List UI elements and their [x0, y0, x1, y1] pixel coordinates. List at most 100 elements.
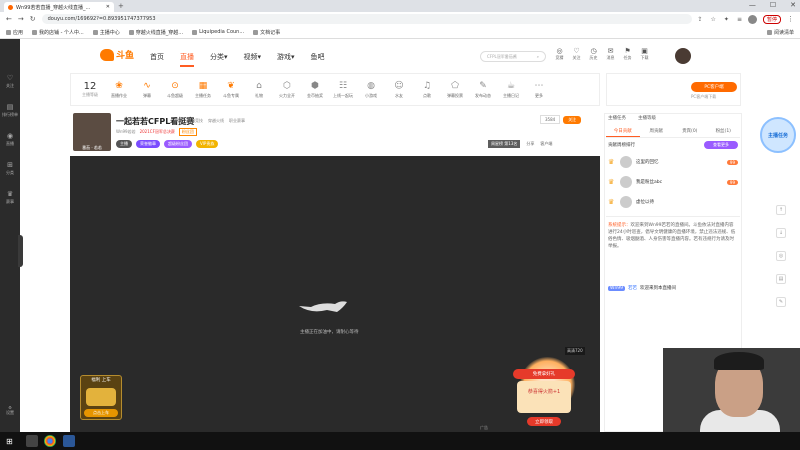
top-icon-3[interactable]: ✉ 消息	[605, 47, 616, 61]
resolution-label[interactable]: 高清720	[565, 347, 585, 355]
top-icon-1[interactable]: ♡ 关注	[571, 47, 582, 61]
streamer-badge[interactable]: 主播	[116, 140, 132, 148]
browser-tab[interactable]: Wn99若若直播_穿越火线直播_... ✕	[4, 2, 114, 12]
weekly-rank-button[interactable]: 查看更多	[704, 141, 738, 149]
search-input[interactable]: CFPL冠军番茄酱 ⌕	[480, 51, 546, 62]
bookmark-item[interactable]: 我的店铺 - 个人中...	[32, 29, 84, 36]
subcategory-link[interactable]: 职业赛事	[229, 118, 245, 124]
rail-item-1[interactable]: ▤ 排行榜单	[2, 103, 18, 118]
nav-item[interactable]: 直播	[180, 52, 194, 67]
toolbar-item[interactable]: ☕ 主播日记	[499, 81, 523, 99]
menu-icon[interactable]: ⋮	[787, 15, 794, 23]
hour-rank-badge[interactable]: 周星榜 第13名	[488, 140, 521, 148]
floating-tool-icon[interactable]: ↓	[776, 228, 786, 238]
nav-item[interactable]: 分类▾	[210, 52, 228, 67]
toolbar-item[interactable]: ❦ 斗鱼专属	[219, 81, 243, 99]
gift-claim-button[interactable]: 立即领取	[527, 417, 561, 426]
toolbar-item[interactable]: ☺ 水友	[387, 81, 411, 99]
close-window-button[interactable]: ✕	[790, 1, 796, 9]
back-icon[interactable]: ←	[6, 15, 12, 23]
toolbar-item[interactable]: ⋯ 更多	[527, 81, 551, 99]
rail-collapse-handle[interactable]	[18, 235, 23, 267]
client-button[interactable]: 客户端	[540, 141, 552, 147]
anchor-level-link[interactable]: 主播等级	[638, 115, 656, 121]
pc-client-button[interactable]: PC客户端	[691, 82, 737, 92]
streamer-name[interactable]: Wn99若若	[116, 129, 136, 135]
rail-item-4[interactable]: ♛ 赛事	[6, 190, 14, 205]
nav-item[interactable]: 首页	[150, 52, 164, 67]
rail-item-0[interactable]: ♡ 关注	[6, 74, 14, 89]
floating-tool-icon[interactable]: ◎	[776, 251, 786, 261]
rail-settings[interactable]: ⚙ 设置	[0, 405, 20, 416]
streamer-badge[interactable]: VIP贵族	[196, 140, 219, 148]
top-icon-0[interactable]: ◎ 竞猜	[554, 47, 565, 61]
chrome-icon[interactable]	[44, 435, 56, 447]
toolbar-item[interactable]: ⊙ 斗鱼超级	[163, 81, 187, 99]
bookmark-item[interactable]: 阅读清单	[766, 29, 794, 36]
rank-row[interactable]: ♛ 虚位以待	[608, 196, 738, 208]
welcome-username[interactable]: 若若	[628, 285, 637, 291]
bookmark-item[interactable]: 文档记事	[253, 29, 280, 36]
toolbar-item[interactable]: ⬢ 金币抽奖	[303, 81, 327, 99]
toolbar-item[interactable]: ✎ 发布动态	[471, 81, 495, 99]
nav-item[interactable]: 游戏▾	[277, 52, 295, 67]
search-taskbar-icon[interactable]	[26, 435, 38, 447]
extension-icon[interactable]: ✦	[724, 16, 729, 23]
rail-item-3[interactable]: ⊞ 分类	[6, 161, 14, 176]
streamer-badge[interactable]: 超级粉丝团	[164, 140, 192, 148]
floating-tool-icon[interactable]: ✎	[776, 297, 786, 307]
share-button[interactable]: 分享	[526, 141, 534, 147]
toolbar-item[interactable]: ♫ 点歌	[415, 81, 439, 99]
event-tag[interactable]: 2021CF冠军总决赛	[140, 129, 175, 135]
chat-tab[interactable]: 周贡献	[640, 127, 674, 137]
toolbar-item[interactable]: ☷ 上线一起玩	[331, 81, 355, 99]
chat-tab[interactable]: 粉丝(1)	[707, 127, 741, 137]
category-link[interactable]: 网游竞技	[187, 118, 203, 124]
fan-club-tag[interactable]: 粉丝团	[178, 128, 197, 136]
toolbar-item[interactable]: ⬠ 弹幕投票	[443, 81, 467, 99]
nav-item[interactable]: 鱼吧	[311, 52, 325, 67]
streamer-badge[interactable]: 荣誉徽章	[136, 140, 160, 148]
game-link[interactable]: 穿越火线	[208, 118, 224, 124]
user-avatar[interactable]	[675, 48, 691, 64]
profile-avatar[interactable]	[747, 14, 757, 24]
bookmark-item[interactable]: 穿越火线直播_穿越...	[128, 29, 183, 36]
bookmark-item[interactable]: Liquipedia Coun...	[192, 29, 244, 35]
gift-box[interactable]	[517, 381, 571, 413]
report-link[interactable]: 举报	[174, 118, 182, 124]
toolbar-item[interactable]: ▦ 主播任务	[191, 81, 215, 99]
close-tab-icon[interactable]: ✕	[106, 4, 110, 10]
rank-row[interactable]: ♛ 这里的回忆 99	[608, 156, 738, 168]
nav-item[interactable]: 视频▾	[244, 52, 262, 67]
search-icon[interactable]: ⌕	[537, 54, 539, 59]
floating-tool-icon[interactable]: ↑	[776, 205, 786, 215]
maximize-button[interactable]: ☐	[770, 1, 776, 9]
toolbar-item[interactable]: ∿ 弹幕	[135, 81, 159, 99]
top-icon-4[interactable]: ⚑ 任务	[622, 47, 633, 61]
toolbar-item[interactable]: ❀ 直播作业	[107, 81, 131, 99]
url-field[interactable]: douyu.com/169692?=0.893951747377953	[41, 14, 692, 24]
rail-item-2[interactable]: ◉ 直播	[6, 132, 14, 147]
list-icon[interactable]: ≡	[737, 16, 742, 23]
rank-row[interactable]: ♛ 我是粉丝abc 99	[608, 176, 738, 188]
new-tab-button[interactable]: +	[118, 2, 124, 10]
minimize-button[interactable]: —	[749, 1, 756, 9]
windows-start-icon[interactable]: ⊞	[6, 437, 13, 446]
toolbar-item[interactable]: ◍ 小游戏	[359, 81, 383, 99]
floating-tool-icon[interactable]: ▤	[776, 274, 786, 284]
bookmark-item[interactable]: 主播中心	[92, 29, 120, 36]
reload-icon[interactable]: ↻	[30, 15, 36, 23]
anchor-level[interactable]: 12 主播等级	[77, 81, 103, 98]
pause-button[interactable]: 暂停	[762, 14, 781, 24]
chest-button[interactable]: 点击上车	[84, 409, 118, 417]
floating-task-ad[interactable]: 主播任务	[760, 117, 796, 153]
chat-tab[interactable]: 今日贡献	[606, 127, 640, 137]
bookmark-item[interactable]: 应用	[6, 29, 23, 36]
top-icon-5[interactable]: ▣ 下载	[639, 47, 650, 61]
top-icon-2[interactable]: ◷ 历史	[588, 47, 599, 61]
forward-icon[interactable]: →	[18, 15, 24, 23]
site-logo[interactable]: 斗鱼	[100, 48, 134, 61]
star-icon[interactable]: ☆	[711, 16, 716, 23]
share-icon[interactable]: ⇪	[698, 16, 703, 23]
anchor-task-link[interactable]: 主播任务	[608, 115, 626, 121]
